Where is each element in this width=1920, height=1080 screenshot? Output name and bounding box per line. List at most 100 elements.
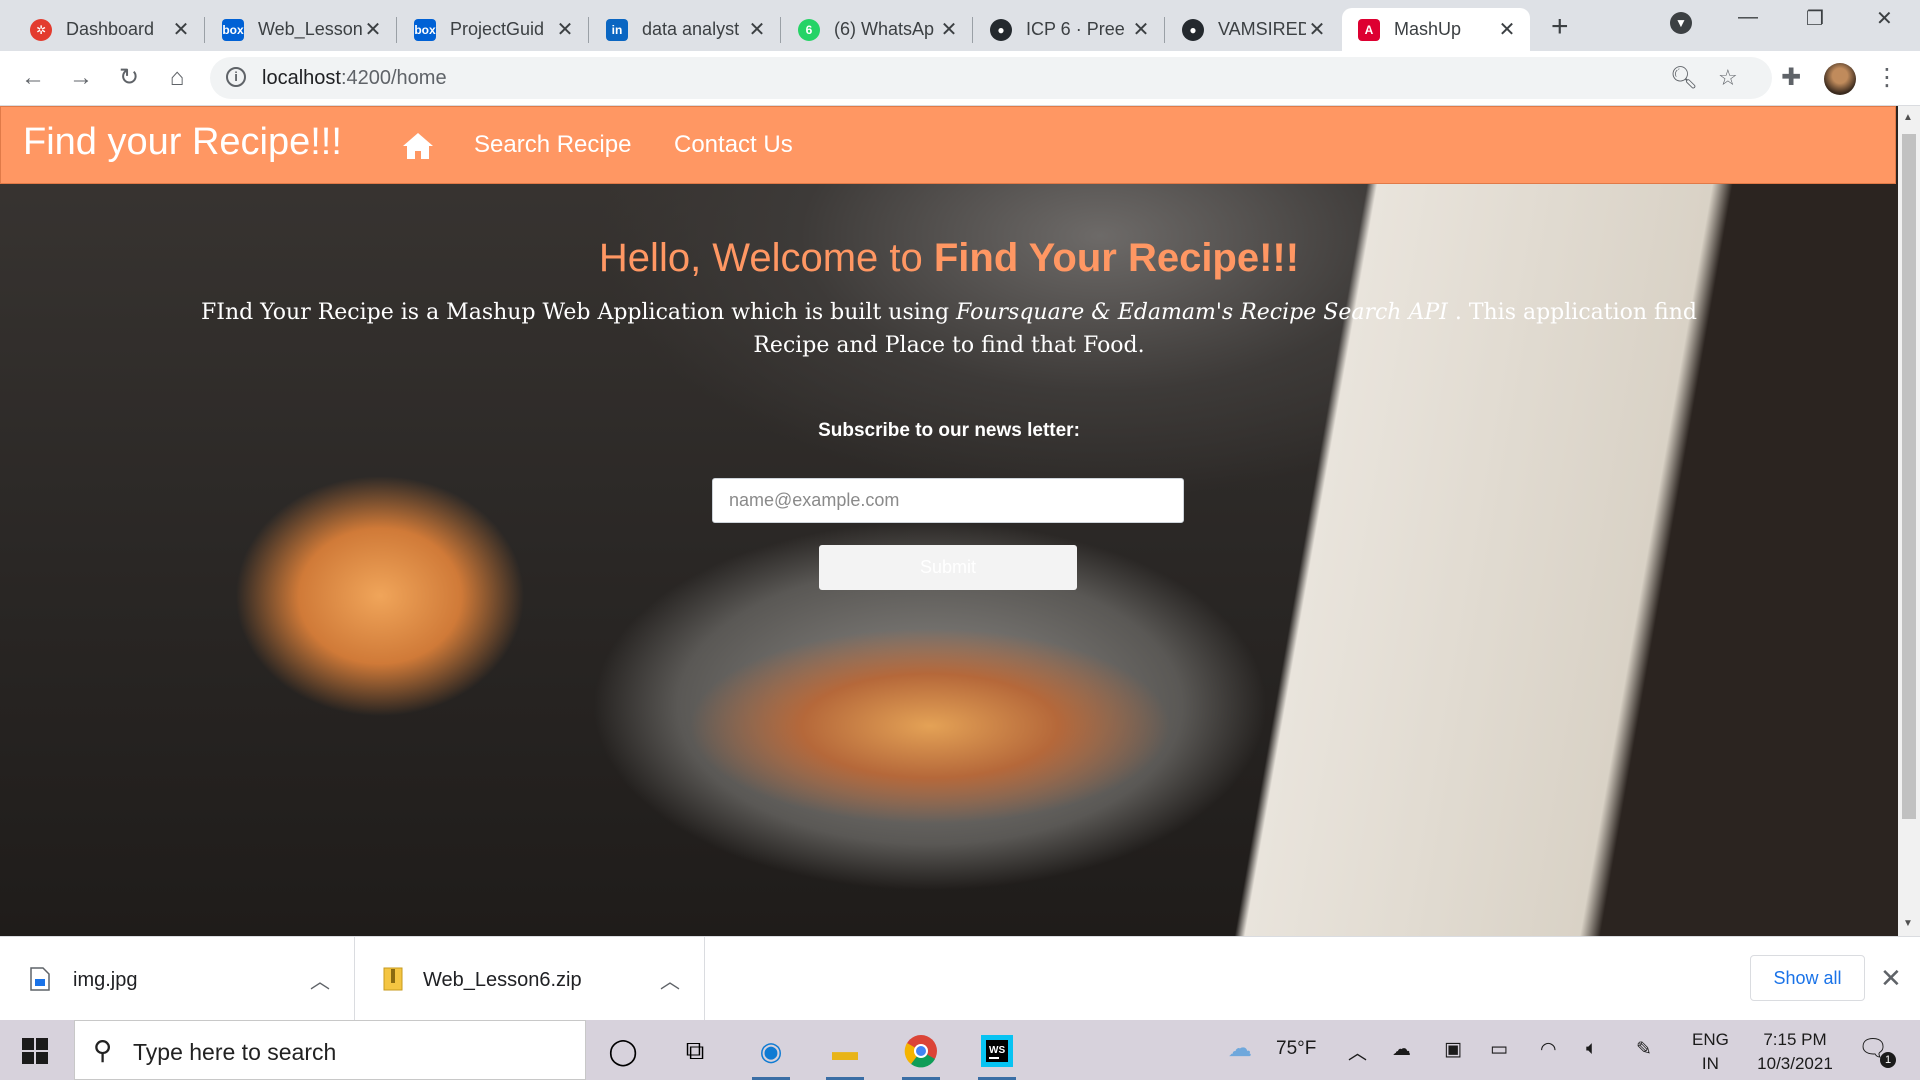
- angular-icon: A: [1358, 18, 1380, 41]
- tab-divider: [1164, 17, 1165, 43]
- nav-contact-us[interactable]: Contact Us: [674, 131, 793, 159]
- tab-whatsapp[interactable]: 6 (6) WhatsAp ✕: [782, 8, 972, 51]
- url-text: localhost:4200/home: [262, 67, 447, 90]
- download-filename: img.jpg: [73, 969, 138, 991]
- language-indicator[interactable]: ENG IN: [1692, 1028, 1729, 1076]
- welcome-heading: Hello, Welcome to Find Your Recipe!!!: [0, 236, 1898, 281]
- submit-button[interactable]: Submit: [819, 545, 1077, 590]
- clock[interactable]: 7:15 PM 10/3/2021: [1745, 1028, 1845, 1076]
- tab-divider: [972, 17, 973, 43]
- scroll-down-icon[interactable]: ▼: [1903, 918, 1913, 929]
- nav-search-recipe[interactable]: Search Recipe: [474, 131, 631, 159]
- zoom-icon[interactable]: 🔍︎: [1670, 65, 1698, 91]
- tab-mashup[interactable]: A MashUp ✕: [1342, 8, 1530, 51]
- cortana-icon[interactable]: ◯: [600, 1028, 646, 1074]
- windows-start-icon[interactable]: [22, 1038, 48, 1064]
- onedrive-icon[interactable]: ☁: [1392, 1038, 1411, 1061]
- bookmark-star-icon[interactable]: ☆: [1718, 65, 1738, 91]
- edge-icon[interactable]: ◉: [748, 1028, 794, 1080]
- app-description: FInd Your Recipe is a Mashup Web Applica…: [200, 296, 1698, 362]
- chrome-icon[interactable]: [898, 1028, 944, 1080]
- pen-icon[interactable]: ✎: [1636, 1038, 1652, 1061]
- svg-text:WS: WS: [989, 1045, 1005, 1056]
- web-page: Find your Recipe!!! Search Recipe Contac…: [0, 106, 1898, 936]
- download-item[interactable]: Web_Lesson6.zip ︿: [355, 937, 705, 1021]
- extensions-icon[interactable]: ✚: [1776, 63, 1806, 93]
- download-bar: img.jpg ︿ Web_Lesson6.zip ︿ Show all ✕: [0, 936, 1920, 1021]
- github-icon: ●: [990, 18, 1012, 41]
- newsletter-label: Subscribe to our news letter:: [818, 420, 1080, 441]
- task-view-icon[interactable]: ⧉: [672, 1028, 718, 1074]
- welcome-prefix: Hello, Welcome to: [598, 236, 934, 280]
- file-explorer-icon[interactable]: ▬: [822, 1028, 868, 1080]
- close-icon[interactable]: ✕: [554, 17, 576, 42]
- weather-icon[interactable]: ☁: [1228, 1034, 1252, 1063]
- zip-file-icon: [383, 967, 403, 991]
- taskbar-search-box[interactable]: ⚲ Type here to search: [74, 1020, 586, 1080]
- meet-now-icon[interactable]: ▣: [1444, 1038, 1462, 1061]
- linkedin-icon: in: [606, 18, 628, 41]
- close-icon[interactable]: ✕: [746, 17, 768, 42]
- webstorm-icon[interactable]: WS: [974, 1028, 1020, 1080]
- address-bar[interactable]: i localhost:4200/home 🔍︎ ☆: [210, 57, 1772, 99]
- desc-api-names: Foursquare & Edamam's Recipe Search API: [956, 300, 1448, 325]
- chevron-up-icon[interactable]: ︿: [660, 965, 680, 994]
- site-brand[interactable]: Find your Recipe!!!: [23, 121, 342, 164]
- box-icon: box: [414, 18, 436, 41]
- welcome-brand: Find Your Recipe!!!: [933, 236, 1300, 280]
- tab-divider: [204, 17, 205, 43]
- tab-title: Dashboard: [66, 19, 155, 39]
- close-icon[interactable]: ✕: [1496, 17, 1518, 42]
- image-file-icon: [30, 967, 50, 991]
- profile-avatar[interactable]: [1824, 63, 1856, 95]
- show-all-button[interactable]: Show all: [1750, 955, 1865, 1001]
- tab-github-vamsi[interactable]: ● VAMSIREDI ✕: [1166, 8, 1340, 51]
- tab-web-lesson[interactable]: box Web_Lesson ✕: [206, 8, 396, 51]
- close-icon[interactable]: ✕: [1130, 17, 1152, 42]
- home-nav-icon[interactable]: [401, 131, 435, 161]
- tab-dashboard[interactable]: ✲ Dashboard ✕: [14, 8, 204, 51]
- window-close-icon[interactable]: ✕: [1876, 6, 1893, 31]
- url-path: :4200/home: [340, 67, 447, 89]
- forward-icon[interactable]: →: [66, 63, 96, 93]
- tab-title: data analyst: [642, 19, 740, 39]
- reload-icon[interactable]: ↻: [114, 63, 144, 93]
- wifi-icon[interactable]: ◠: [1540, 1038, 1557, 1061]
- download-item[interactable]: img.jpg ︿: [0, 937, 355, 1021]
- tab-divider: [780, 17, 781, 43]
- minimize-icon[interactable]: —: [1738, 6, 1758, 29]
- restore-icon[interactable]: ❐: [1806, 6, 1824, 31]
- site-navbar: Find your Recipe!!! Search Recipe Contac…: [0, 106, 1896, 184]
- chevron-up-icon[interactable]: ︿: [1348, 1038, 1367, 1065]
- tab-linkedin[interactable]: in data analyst ✕: [590, 8, 780, 51]
- whatsapp-icon: 6: [798, 18, 820, 41]
- tab-title: VAMSIREDI: [1218, 19, 1306, 39]
- tab-title: ProjectGuid: [450, 19, 545, 39]
- site-info-icon[interactable]: i: [226, 67, 246, 87]
- close-icon[interactable]: ✕: [938, 17, 960, 42]
- newsletter-email-input[interactable]: [712, 478, 1184, 523]
- volume-icon[interactable]: 🔈︎: [1586, 1038, 1597, 1060]
- home-icon[interactable]: ⌂: [162, 63, 192, 93]
- battery-icon[interactable]: ▭: [1490, 1038, 1508, 1061]
- scrollbar-thumb[interactable]: [1902, 134, 1916, 819]
- box-icon: box: [222, 18, 244, 41]
- tab-search-icon[interactable]: ▼: [1670, 12, 1692, 34]
- lang-bottom: IN: [1701, 1054, 1719, 1073]
- chevron-up-icon[interactable]: ︿: [310, 965, 330, 994]
- tab-github-icp6[interactable]: ● ICP 6 · Pree ✕: [974, 8, 1164, 51]
- weather-temp[interactable]: 75°F: [1276, 1038, 1316, 1060]
- close-icon[interactable]: ✕: [1306, 17, 1328, 42]
- close-icon[interactable]: ✕: [1880, 963, 1902, 994]
- lang-top: ENG: [1692, 1030, 1729, 1049]
- page-scrollbar[interactable]: ▲ ▼: [1898, 106, 1920, 936]
- new-tab-button[interactable]: +: [1551, 10, 1569, 44]
- back-icon[interactable]: ←: [18, 63, 48, 93]
- menu-icon[interactable]: ⋮: [1872, 63, 1902, 93]
- tab-title: MashUp: [1394, 19, 1462, 39]
- close-icon[interactable]: ✕: [170, 17, 192, 42]
- scroll-up-icon[interactable]: ▲: [1903, 112, 1913, 123]
- tab-divider: [588, 17, 589, 43]
- close-icon[interactable]: ✕: [362, 17, 384, 42]
- tab-project-guide[interactable]: box ProjectGuid ✕: [398, 8, 588, 51]
